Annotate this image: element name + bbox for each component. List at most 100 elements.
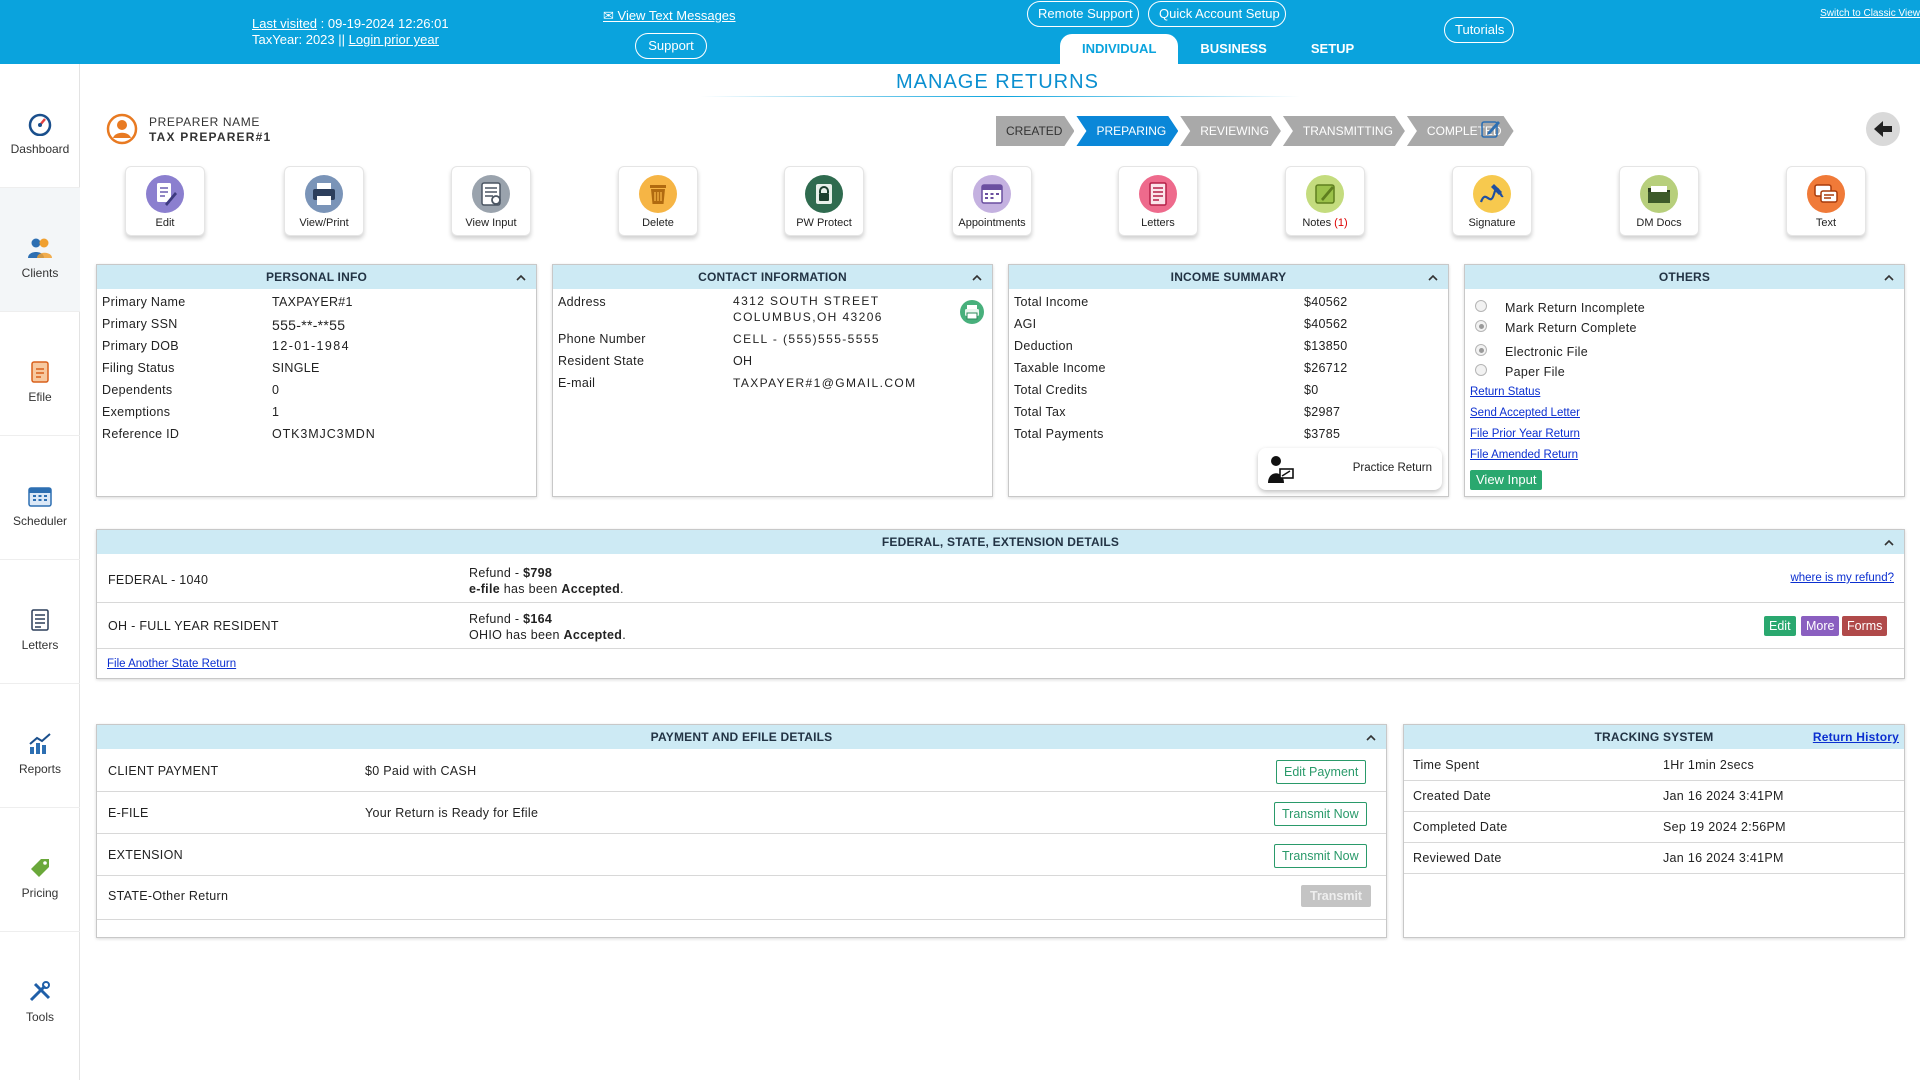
view-text-messages-link[interactable]: ✉ View Text Messages: [603, 8, 736, 24]
trash-icon: [639, 175, 677, 213]
client-payment-value: $0 Paid with CASH: [365, 764, 477, 778]
letter-icon: [1139, 175, 1177, 213]
action-delete[interactable]: Delete: [618, 166, 698, 236]
created-date-value: Jan 16 2024 3:41PM: [1663, 789, 1784, 803]
tab-individual[interactable]: INDIVIDUAL: [1060, 34, 1179, 64]
state-forms-button[interactable]: Forms: [1842, 616, 1888, 636]
chevron-up-icon[interactable]: [972, 273, 982, 283]
chevron-up-icon[interactable]: [1366, 733, 1376, 743]
federal-efile-word: e-file: [469, 582, 500, 596]
action-letters[interactable]: Letters: [1118, 166, 1198, 236]
view-input-button[interactable]: View Input: [1470, 470, 1543, 490]
sidebar-item-pricing[interactable]: Pricing: [0, 808, 80, 932]
taxable-income-value: $26712: [1304, 361, 1348, 375]
login-prior-year-link[interactable]: Login prior year: [349, 32, 439, 47]
switch-classic-view-link[interactable]: Switch to Classic View: [1820, 8, 1920, 19]
action-view-input[interactable]: View Input: [451, 166, 531, 236]
remote-support-button[interactable]: Remote Support: [1027, 1, 1139, 27]
return-history-link[interactable]: Return History: [1813, 725, 1899, 749]
sidebar-item-efile[interactable]: Efile: [0, 312, 80, 436]
support-button[interactable]: Support: [635, 33, 707, 59]
mark-complete-radio[interactable]: [1475, 320, 1487, 332]
email-value: TAXPAYER#1@GMAIL.COM: [733, 376, 917, 390]
edit-payment-button[interactable]: Edit Payment: [1276, 760, 1367, 784]
completed-date-value: Sep 19 2024 2:56PM: [1663, 820, 1786, 834]
teacher-icon: [1268, 456, 1294, 483]
back-button[interactable]: [1866, 112, 1900, 146]
tutorials-button[interactable]: Tutorials: [1444, 17, 1514, 43]
address-line1: 4312 SOUTH STREET: [733, 294, 880, 308]
step-transmitting[interactable]: TRANSMITTING: [1283, 116, 1405, 146]
file-amended-return-link[interactable]: File Amended Return: [1470, 449, 1578, 461]
edit-status-icon[interactable]: [1480, 118, 1502, 140]
action-pw-protect[interactable]: PW Protect: [784, 166, 864, 236]
return-status-link[interactable]: Return Status: [1470, 386, 1540, 398]
chevron-up-icon[interactable]: [1884, 273, 1894, 283]
sidebar-item-letters[interactable]: Letters: [0, 560, 80, 684]
main-tabs: INDIVIDUAL BUSINESS SETUP: [1060, 34, 1376, 64]
page-title: MANAGE RETURNS: [896, 71, 1099, 93]
total-payments-label: Total Payments: [1014, 427, 1104, 441]
step-created[interactable]: CREATED: [996, 116, 1074, 146]
state-edit-button[interactable]: Edit: [1764, 616, 1796, 636]
sidebar-item-dashboard[interactable]: Dashboard: [0, 64, 80, 188]
sidebar-item-tools[interactable]: Tools: [0, 932, 80, 1056]
title-divider: [700, 96, 1300, 97]
mark-incomplete-label: Mark Return Incomplete: [1505, 301, 1645, 315]
practice-return-button[interactable]: Practice Return: [1258, 448, 1442, 490]
last-visited-link[interactable]: Last visited: [252, 16, 317, 31]
phone-label: Phone Number: [558, 332, 646, 346]
chevron-up-icon[interactable]: [516, 273, 526, 283]
chevron-up-icon[interactable]: [1428, 273, 1438, 283]
file-prior-year-return-link[interactable]: File Prior Year Return: [1470, 428, 1580, 440]
action-dm-docs[interactable]: DM Docs: [1619, 166, 1699, 236]
resident-state-value: OH: [733, 354, 753, 368]
deduction-label: Deduction: [1014, 339, 1073, 353]
paper-file-radio[interactable]: [1475, 364, 1487, 376]
preparer-label: PREPARER NAME: [149, 115, 260, 129]
state-transmit-button[interactable]: Transmit: [1301, 885, 1372, 907]
federal-efile-text: has been: [499, 582, 562, 596]
sidebar-item-clients[interactable]: Clients: [0, 188, 80, 312]
send-accepted-letter-link[interactable]: Send Accepted Letter: [1470, 407, 1580, 419]
quick-account-setup-button[interactable]: Quick Account Setup: [1148, 1, 1286, 27]
file-another-state-return-link[interactable]: File Another State Return: [107, 658, 236, 670]
completed-date-label: Completed Date: [1413, 820, 1508, 834]
chevron-up-icon[interactable]: [1884, 538, 1894, 548]
sidebar-item-label: Tools: [25, 1010, 54, 1024]
state-refund-label: Refund -: [469, 612, 524, 626]
action-notes[interactable]: Notes (1): [1285, 166, 1365, 236]
action-signature[interactable]: Signature: [1452, 166, 1532, 236]
state-more-button[interactable]: More: [1801, 616, 1840, 636]
where-is-my-refund-link[interactable]: where is my refund?: [1790, 572, 1894, 584]
mark-incomplete-radio[interactable]: [1475, 300, 1487, 312]
sidebar-item-label: Scheduler: [12, 514, 68, 528]
primary-dob-value: 12-01-1984: [272, 339, 350, 353]
filing-status-value: SINGLE: [272, 361, 320, 375]
action-appointments[interactable]: Appointments: [952, 166, 1032, 236]
action-view-print[interactable]: View/Print: [284, 166, 364, 236]
tab-business[interactable]: BUSINESS: [1178, 34, 1288, 64]
sidebar-item-reports[interactable]: Reports: [0, 684, 80, 808]
action-text[interactable]: Text: [1786, 166, 1866, 236]
efile-transmit-now-button[interactable]: Transmit Now: [1274, 802, 1367, 826]
federal-refund-amount: $798: [523, 566, 553, 580]
electronic-file-radio[interactable]: [1475, 344, 1487, 356]
action-label: Delete: [642, 217, 674, 229]
sidebar-item-scheduler[interactable]: Scheduler: [0, 436, 80, 560]
preparer-avatar-icon: [106, 113, 138, 145]
action-edit[interactable]: Edit: [125, 166, 205, 236]
tab-setup[interactable]: SETUP: [1289, 34, 1376, 64]
exemptions-value: 1: [272, 405, 280, 419]
print-address-icon[interactable]: [959, 299, 985, 325]
step-preparing[interactable]: PREPARING: [1076, 116, 1178, 146]
total-credits-label: Total Credits: [1014, 383, 1088, 397]
sidebar-item-label: Reports: [18, 762, 62, 776]
calendar-icon: [28, 487, 52, 507]
extension-label: EXTENSION: [108, 848, 183, 862]
contact-info-panel: CONTACT INFORMATION Address 4312 SOUTH S…: [552, 264, 993, 497]
extension-transmit-now-button[interactable]: Transmit Now: [1274, 844, 1367, 868]
step-reviewing[interactable]: REVIEWING: [1180, 116, 1281, 146]
time-spent-value: 1Hr 1min 2secs: [1663, 758, 1755, 772]
panel-title: OTHERS: [1658, 270, 1711, 284]
